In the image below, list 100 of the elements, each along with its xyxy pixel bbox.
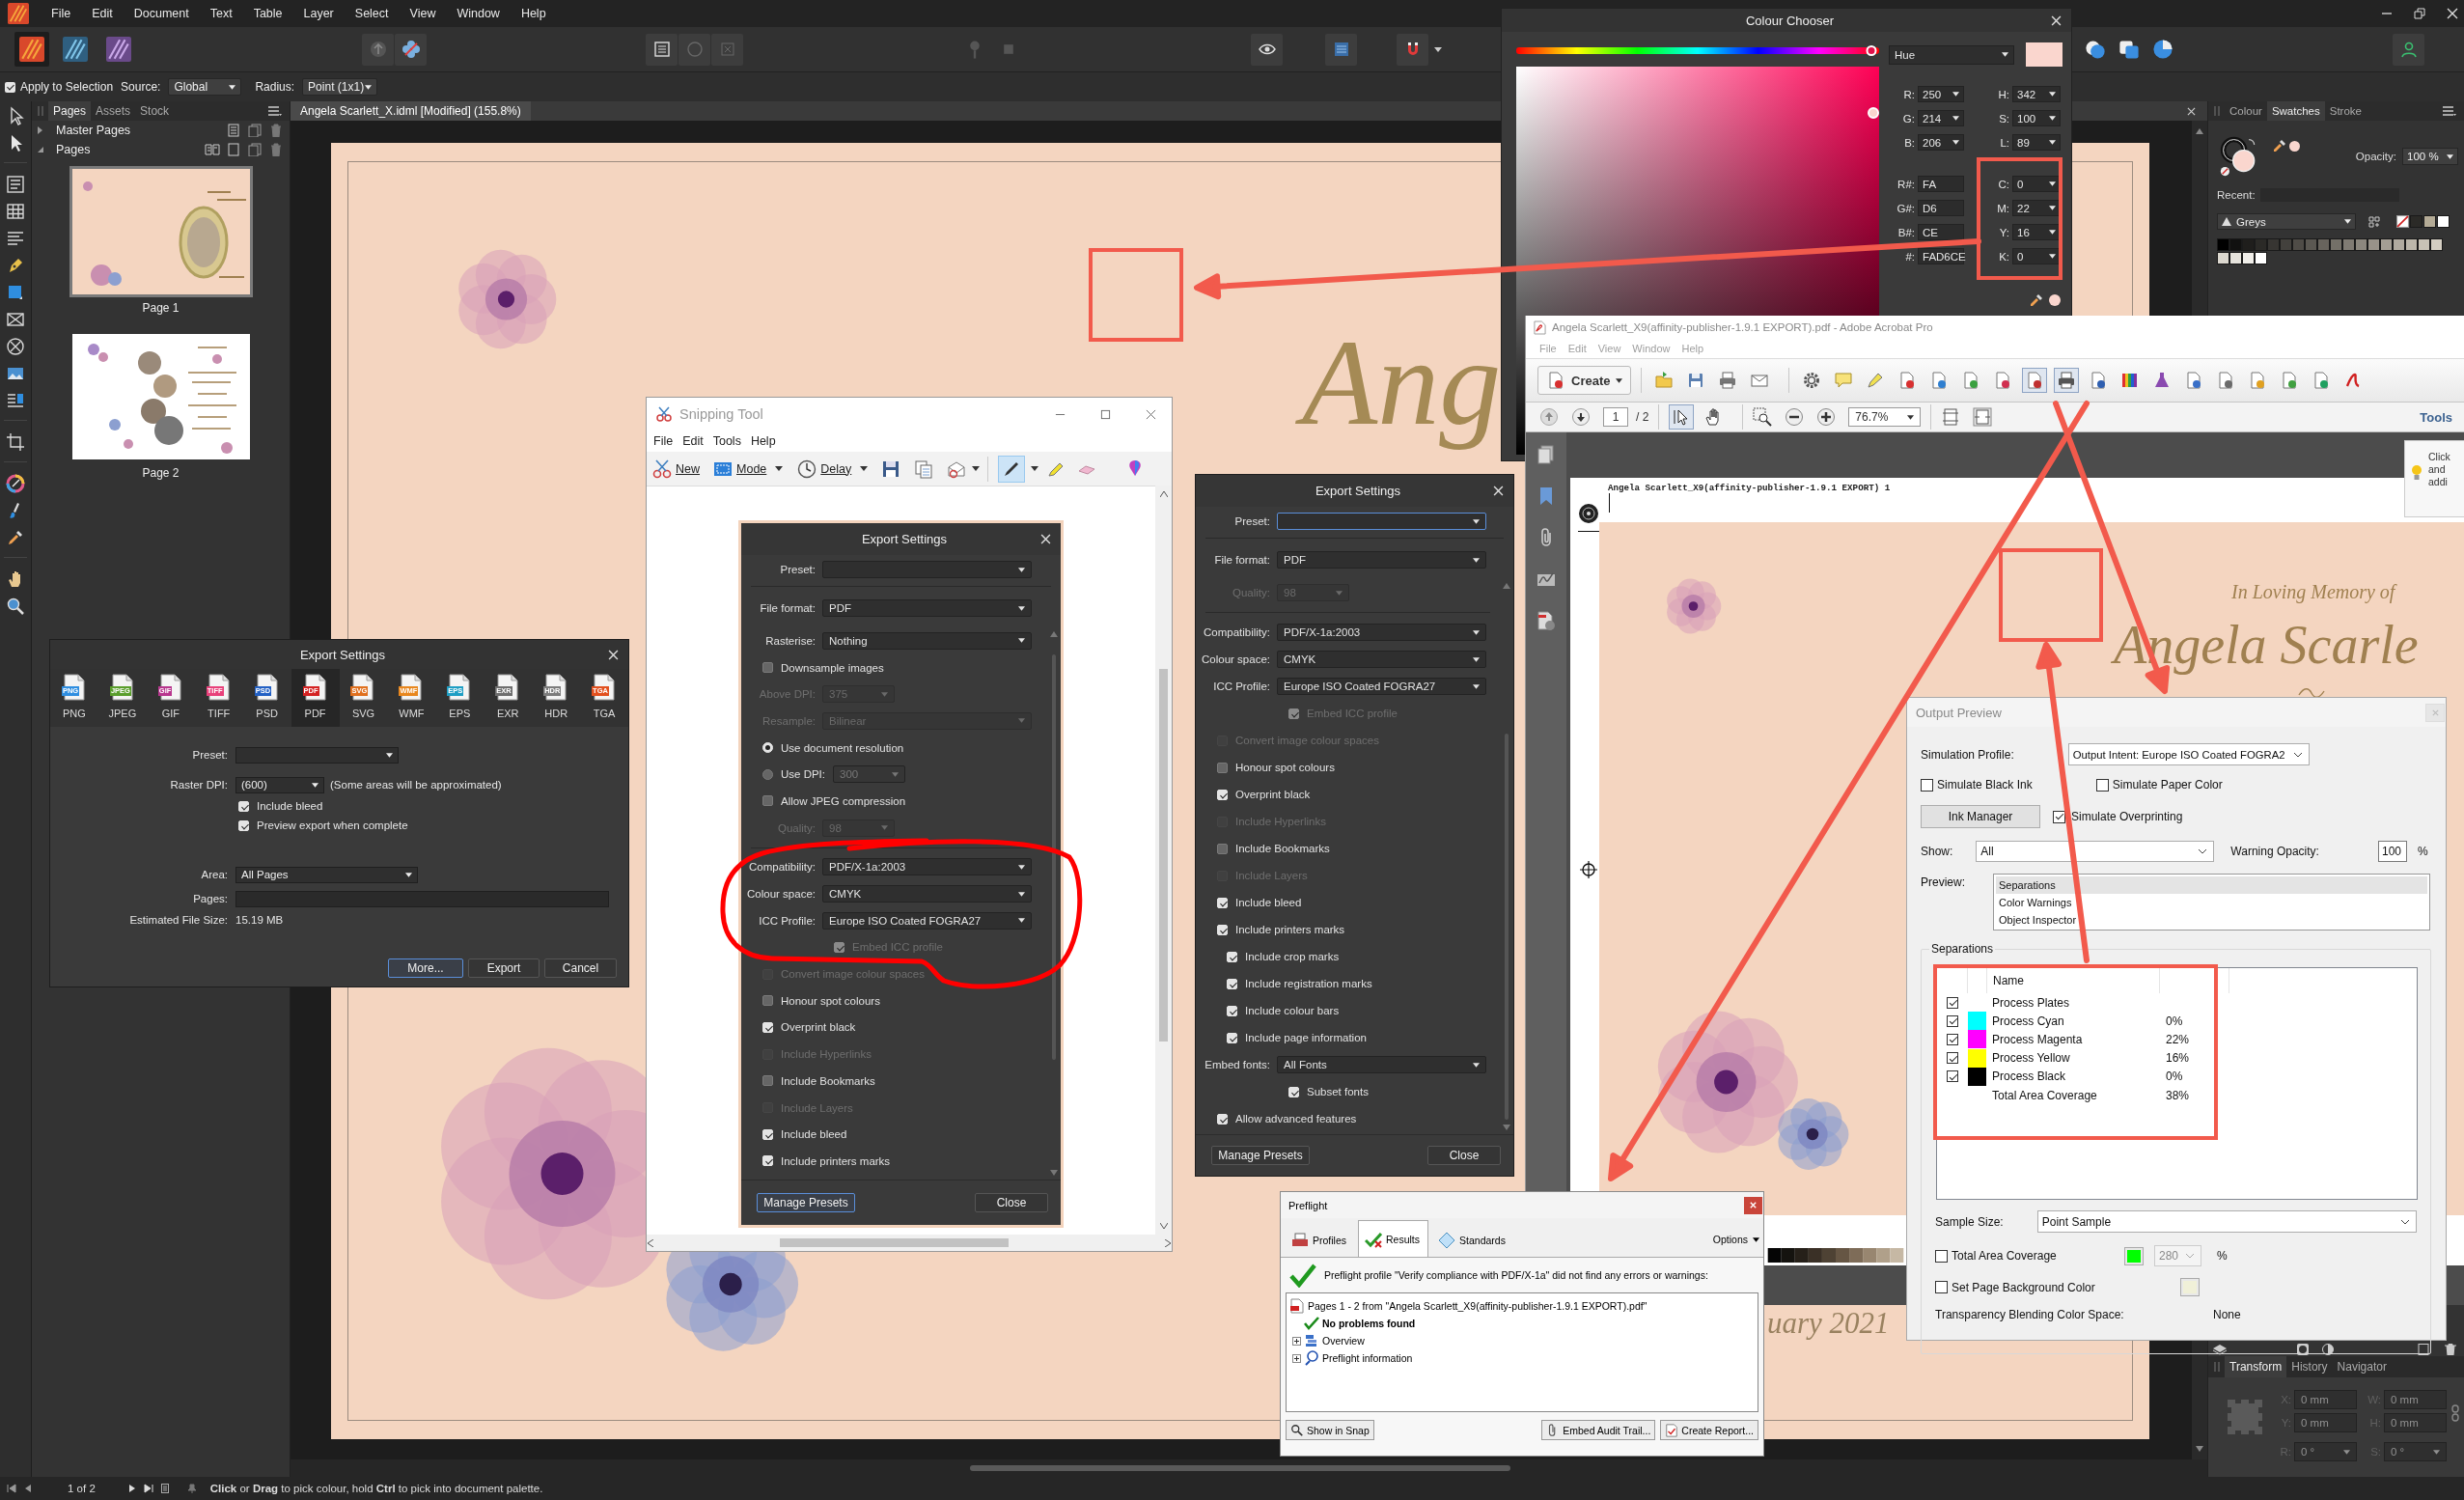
dialog-button[interactable]: Create Report...	[1660, 1420, 1758, 1440]
list-item[interactable]: Object Inspector	[1996, 911, 2427, 929]
hex-field[interactable]: CE	[1918, 224, 1964, 240]
panel-tab[interactable]: Pages	[48, 101, 92, 121]
checkbox[interactable]	[1935, 1249, 1948, 1263]
dropdown[interactable]: PDF/X-1a:2003	[822, 858, 1032, 876]
picture-frame-icon[interactable]	[6, 310, 25, 329]
file-format-dropdown[interactable]: PDF	[1277, 551, 1486, 569]
dropdown[interactable]: Europe ISO Coated FOGRA27	[1277, 678, 1486, 695]
grip-icon[interactable]	[2214, 106, 2220, 116]
tab[interactable]: Results	[1358, 1220, 1429, 1257]
preset-dropdown[interactable]	[1277, 513, 1486, 530]
caret-icon[interactable]	[860, 466, 869, 471]
next-page-icon[interactable]	[126, 1484, 137, 1493]
colour-swatch-icon[interactable]	[2410, 215, 2422, 228]
toolbar-button[interactable]	[1251, 33, 1283, 66]
number-field[interactable]: 342	[2012, 86, 2061, 102]
menu-item[interactable]: File	[41, 7, 82, 20]
text-wrap-icon[interactable]	[6, 391, 25, 410]
toolbar-button[interactable]	[2393, 33, 2424, 66]
dialog-button[interactable]: More...	[388, 958, 463, 978]
palette-dropdown[interactable]: Greys	[2217, 213, 2356, 230]
colour-swatch-icon[interactable]	[2430, 238, 2443, 251]
eyedropper-icon[interactable]	[2273, 139, 2286, 153]
checkbox[interactable]	[1947, 1033, 1958, 1045]
number-field[interactable]: 250	[1918, 86, 1964, 102]
pages-icon[interactable]	[1536, 444, 1557, 465]
panel-tab[interactable]: Transform	[2225, 1356, 2287, 1377]
colour-swatch-icon[interactable]	[2330, 238, 2342, 251]
checkbox[interactable]	[1947, 1014, 1958, 1027]
sample-size-dropdown[interactable]: Point Sample	[2036, 1210, 2417, 1233]
pie-icon[interactable]	[2151, 38, 2174, 61]
caret-icon[interactable]	[1031, 466, 1039, 471]
hex-field[interactable]: FA	[1918, 176, 1964, 192]
ink-manager-button[interactable]: Ink Manager	[1921, 805, 2040, 828]
colour-swatch-icon[interactable]	[2280, 238, 2292, 251]
colour-swatch-icon[interactable]	[2355, 238, 2367, 251]
menu-item[interactable]: Layer	[292, 7, 345, 20]
tree-item[interactable]: Overview	[1322, 1335, 1365, 1347]
eyedropper-icon[interactable]	[2030, 293, 2043, 307]
number-field[interactable]: 206	[1918, 134, 1964, 151]
menu-icon[interactable]	[268, 106, 282, 116]
mode-dropdown[interactable]: Hue	[1889, 44, 2014, 65]
number-field[interactable]: 0	[2012, 248, 2061, 264]
menu-item[interactable]: Edit	[81, 7, 124, 20]
area-dropdown[interactable]: All Pages	[235, 866, 418, 883]
panel-tab[interactable]: Stroke	[2324, 101, 2367, 121]
dropdown[interactable]: PDF/X-1a:2003	[1277, 624, 1486, 641]
number-field[interactable]: 214	[1918, 110, 1964, 126]
panel-tab[interactable]: Assets	[91, 101, 136, 121]
fit-page-icon[interactable]	[1941, 407, 1961, 427]
copy-icon[interactable]	[914, 458, 934, 479]
menu-icon[interactable]	[2443, 106, 2456, 116]
scroll-down-icon[interactable]	[1050, 1170, 1058, 1176]
scroll-up-icon[interactable]	[1050, 631, 1058, 637]
menu-item[interactable]: File	[649, 434, 678, 448]
dpi-dropdown[interactable]: (600)	[235, 776, 324, 793]
save-icon[interactable]	[881, 458, 901, 479]
toolbar-button[interactable]	[2054, 368, 2080, 393]
eyedropper-icon[interactable]	[6, 528, 25, 547]
checkbox[interactable]	[1217, 843, 1228, 854]
grip-icon[interactable]	[38, 106, 43, 116]
colour-swatch-icon[interactable]	[2255, 238, 2267, 251]
layers-icon[interactable]	[2212, 1344, 2228, 1355]
colour-swatch-icon[interactable]	[2418, 238, 2430, 251]
colour-swatch-icon[interactable]	[2127, 1249, 2141, 1263]
colour-swatch-icon[interactable]	[2292, 238, 2305, 251]
marquee-zoom-icon[interactable]	[1753, 407, 1773, 427]
section-label[interactable]: Master Pages	[56, 124, 131, 137]
checkbox[interactable]	[2095, 778, 2109, 792]
zoom-dropdown[interactable]: 76.7%	[1848, 407, 1922, 427]
page-up-icon[interactable]	[1539, 407, 1559, 427]
tree-item[interactable]: Preflight information	[1322, 1352, 1413, 1364]
menu-item[interactable]: Document	[123, 7, 200, 20]
pages-input[interactable]	[235, 890, 609, 907]
zoom-out-icon[interactable]	[1785, 407, 1805, 427]
checkbox[interactable]	[1217, 762, 1228, 773]
hex-field[interactable]: FAD6CE	[1918, 248, 1964, 264]
expander-icon[interactable]	[37, 146, 44, 153]
checkbox[interactable]	[5, 81, 15, 93]
scroll-up-icon[interactable]	[1503, 583, 1510, 589]
first-page-icon[interactable]	[7, 1484, 16, 1493]
opacity-input[interactable]: 100	[2377, 841, 2407, 862]
dialog-button[interactable]: Export	[468, 958, 540, 978]
colour-swatch-icon[interactable]	[2405, 238, 2418, 251]
number-field[interactable]: 0	[2012, 176, 2061, 192]
colour-swatch-icon[interactable]	[2267, 238, 2280, 251]
spread-icon[interactable]	[205, 143, 220, 156]
checkbox[interactable]	[762, 795, 773, 807]
dropdown[interactable]: CMYK	[822, 885, 1032, 903]
source-dropdown[interactable]: Global	[168, 78, 242, 96]
menu-item[interactable]: Help	[510, 7, 557, 20]
list-item[interactable]: Separations	[1996, 876, 2427, 894]
pen-button[interactable]	[998, 455, 1026, 483]
toolbar-button[interactable]: New	[650, 458, 703, 479]
scrollbar-thumb[interactable]	[780, 1238, 1009, 1247]
expand-icon[interactable]	[1292, 1336, 1301, 1346]
expander-icon[interactable]	[37, 126, 44, 134]
select-tool-button[interactable]	[1669, 404, 1695, 430]
colour-swatch-icon[interactable]	[2217, 238, 2229, 251]
